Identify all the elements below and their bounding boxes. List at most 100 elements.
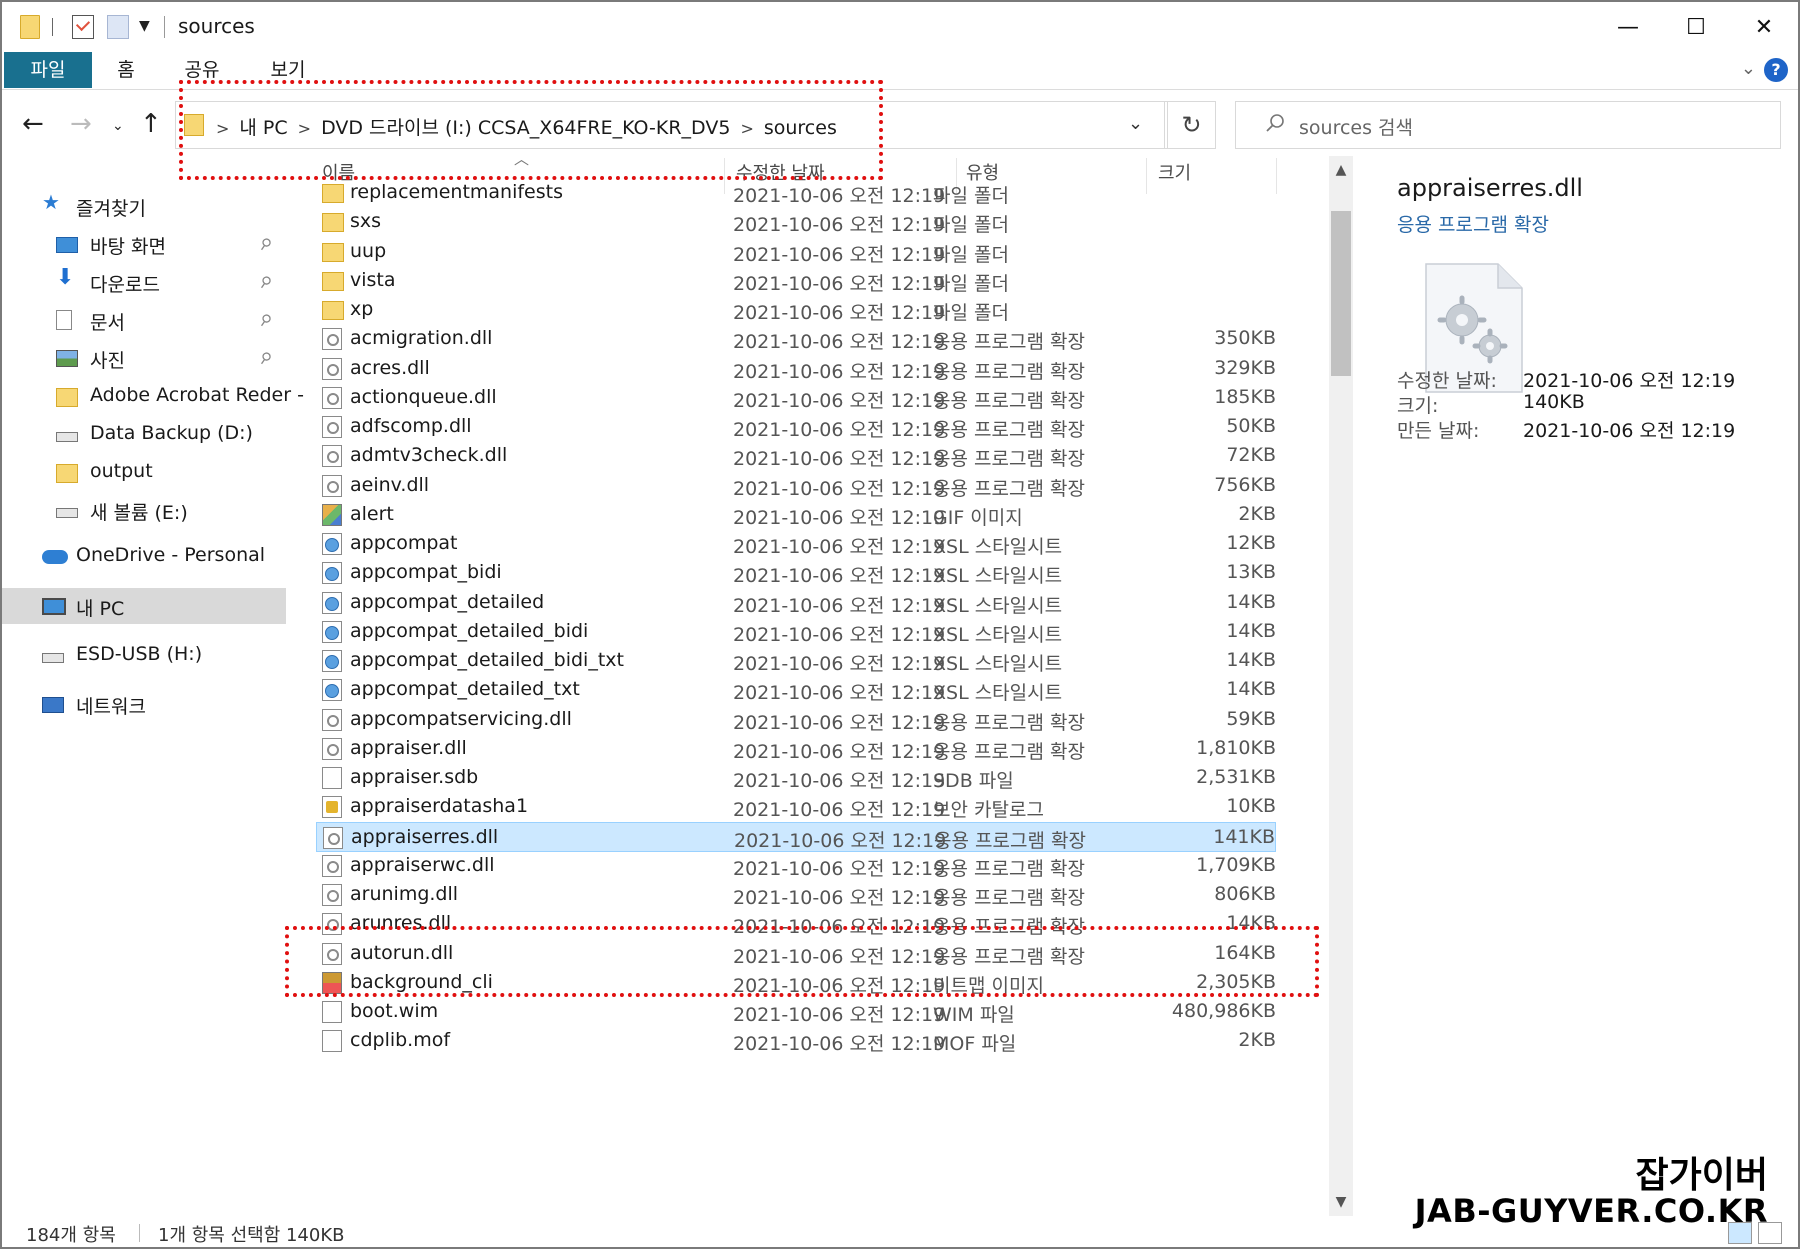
pin-icon[interactable]: ⚲ (256, 233, 275, 254)
file-name: adfscomp.dll (350, 415, 472, 437)
table-row[interactable]: appraiser.sdb 2021-10-06 오전 12:19 SDB 파일 2,… (316, 763, 1276, 793)
sidebar-item[interactable]: ⬇ 다운로드 ⚲ (2, 264, 286, 300)
table-row[interactable]: appraiserdatasha1 2021-10-06 오전 12:19 보안 카… (316, 792, 1276, 822)
sidebar-item[interactable]: 문서 ⚲ (2, 302, 286, 338)
vertical-scrollbar[interactable]: ▲ ▼ (1329, 156, 1353, 1216)
maximize-button[interactable]: ☐ (1662, 2, 1730, 52)
file-size: 14KB (1226, 590, 1276, 613)
table-row[interactable]: arunres.dll 2021-10-06 오전 12:19 응용 프로그램 확장… (316, 909, 1276, 939)
scroll-down-arrow-icon[interactable]: ▼ (1329, 1194, 1353, 1210)
table-row[interactable]: replacementmanifests 2021-10-06 오전 12:19 파… (316, 178, 1276, 208)
table-row[interactable]: acres.dll 2021-10-06 오전 12:19 응용 프로그램 확장 32… (316, 354, 1276, 384)
file-name: appcompat_detailed_bidi_txt (350, 649, 624, 671)
close-button[interactable]: ✕ (1730, 2, 1798, 52)
quick-access-dropdown-icon[interactable]: ▼ (139, 18, 150, 34)
chevron-right-icon[interactable]: > (298, 119, 311, 138)
breadcrumb-dvd-drive[interactable]: DVD 드라이브 (I:) CCSA_X64FRE_KO-KR_DV5 (321, 117, 730, 139)
sidebar-item[interactable]: 네트워크 (2, 686, 286, 722)
sidebar-item[interactable]: 새 볼륨 (E:) (2, 492, 286, 528)
table-row[interactable]: cdplib.mof 2021-10-06 오전 12:19 MOF 파일 2KB (316, 1026, 1276, 1056)
properties-check-icon[interactable] (72, 15, 94, 39)
table-row[interactable]: appcompat_detailed_bidi 2021-10-06 오전 12:… (316, 617, 1276, 647)
file-date: 2021-10-06 오전 12:19 (733, 243, 946, 266)
table-row[interactable]: appcompat_detailed 2021-10-06 오전 12:19 XSL… (316, 588, 1276, 618)
file-date: 2021-10-06 오전 12:19 (733, 594, 946, 617)
scroll-up-arrow-icon[interactable]: ▲ (1329, 162, 1353, 178)
forward-arrow-icon[interactable]: → (70, 109, 92, 139)
file-name: appcompat_detailed_bidi (350, 619, 589, 642)
scrollbar-thumb[interactable] (1331, 211, 1351, 376)
help-icon[interactable]: ? (1764, 58, 1788, 82)
address-dropdown-icon[interactable]: ⌄ (1128, 113, 1143, 134)
table-row[interactable]: appcompat_detailed_txt 2021-10-06 오전 12:1… (316, 675, 1276, 705)
address-bar[interactable]: > 내 PC > DVD 드라이브 (I:) CCSA_X64FRE_KO-KR_DV… (175, 101, 1168, 149)
file-type: 응용 프로그램 확장 (933, 360, 1085, 383)
breadcrumb-sources[interactable]: sources (764, 117, 837, 139)
up-arrow-icon[interactable]: ↑ (140, 109, 162, 139)
sidebar-item[interactable]: 내 PC (2, 588, 286, 624)
table-row[interactable]: background_cli 2021-10-06 오전 12:19 비트맵 이미지… (316, 968, 1276, 998)
table-row[interactable]: actionqueue.dll 2021-10-06 오전 12:19 응용 프로그… (316, 383, 1276, 413)
dll-file-icon (322, 854, 342, 877)
pin-icon[interactable]: ⚲ (256, 271, 275, 292)
file-type: XSL 스타일시트 (933, 653, 1063, 675)
minimize-button[interactable]: — (1594, 2, 1662, 52)
chevron-right-icon[interactable]: > (216, 119, 229, 138)
tab-view[interactable]: 보기 (258, 52, 318, 88)
table-row[interactable]: xp 2021-10-06 오전 12:19 파일 폴더 (316, 295, 1276, 325)
table-row[interactable]: appcompat 2021-10-06 오전 12:19 XSL 스타일시트 12K… (316, 529, 1276, 559)
picture-icon (56, 350, 78, 367)
table-row[interactable]: arunimg.dll 2021-10-06 오전 12:19 응용 프로그램 확장… (316, 880, 1276, 910)
file-name: appraiser.sdb (350, 766, 479, 788)
table-row[interactable]: alert 2021-10-06 오전 12:19 GIF 이미지 2KB (316, 500, 1276, 530)
chevron-right-icon[interactable]: > (740, 119, 753, 138)
table-row[interactable]: autorun.dll 2021-10-06 오전 12:19 응용 프로그램 확장… (316, 939, 1276, 969)
pin-icon[interactable]: ⚲ (256, 347, 275, 368)
table-row[interactable]: vista 2021-10-06 오전 12:19 파일 폴더 (316, 266, 1276, 296)
ribbon-expand-chevron-icon[interactable]: ⌄ (1741, 58, 1756, 79)
recent-locations-chevron-icon[interactable]: ⌄ (112, 118, 124, 134)
file-name: appraiser.dll (350, 736, 467, 759)
pin-icon[interactable]: ⚲ (256, 309, 275, 330)
table-row[interactable]: aeinv.dll 2021-10-06 오전 12:19 응용 프로그램 확장 75… (316, 471, 1276, 501)
sidebar-item-label: 새 볼륨 (E:) (90, 502, 188, 524)
bmp-file-icon (322, 971, 342, 994)
table-row[interactable]: appcompat_detailed_bidi_txt 2021-10-06 오전… (316, 646, 1276, 676)
back-arrow-icon[interactable]: ← (22, 109, 44, 139)
table-row[interactable]: appcompatservicing.dll 2021-10-06 오전 12:1… (316, 705, 1276, 735)
file-name: appcompat_bidi (350, 561, 502, 584)
file-type: 보안 카탈로그 (933, 799, 1044, 822)
file-name: acmigration.dll (350, 327, 493, 350)
search-input[interactable]: sources 검색 (1235, 101, 1781, 149)
table-row-selected[interactable]: appraiserres.dll 2021-10-06 오전 12:19 응용 프로… (316, 821, 1276, 852)
sidebar-item[interactable]: 바탕 화면 ⚲ (2, 226, 286, 262)
file-size: 14KB (1226, 619, 1276, 642)
table-row[interactable]: admtv3check.dll 2021-10-06 오전 12:19 응용 프로그… (316, 441, 1276, 471)
sidebar-item[interactable]: 사진 ⚲ (2, 340, 286, 376)
table-row[interactable]: appcompat_bidi 2021-10-06 오전 12:19 XSL 스타일… (316, 558, 1276, 588)
sidebar-item[interactable]: output (2, 454, 286, 490)
table-row[interactable]: appraiser.dll 2021-10-06 오전 12:19 응용 프로그램 … (316, 734, 1276, 764)
sidebar-item[interactable]: Data Backup (D:) (2, 416, 286, 452)
tab-share[interactable]: 공유 (172, 52, 232, 88)
table-row[interactable]: appraiserwc.dll 2021-10-06 오전 12:19 응용 프로그… (316, 851, 1276, 881)
new-folder-icon[interactable] (107, 15, 129, 39)
refresh-button[interactable]: ↻ (1168, 101, 1216, 149)
file-type: 응용 프로그램 확장 (933, 331, 1085, 354)
sidebar-item[interactable]: ESD-USB (H:) (2, 637, 286, 673)
folder-icon (184, 114, 204, 136)
preview-filetype: 응용 프로그램 확장 (1397, 214, 1549, 236)
gif-file-icon (322, 503, 342, 526)
tab-home[interactable]: 홈 (104, 52, 148, 88)
table-row[interactable]: adfscomp.dll 2021-10-06 오전 12:19 응용 프로그램 확… (316, 412, 1276, 442)
tab-file[interactable]: 파일 (4, 52, 92, 88)
sidebar-item[interactable]: OneDrive - Personal (2, 538, 286, 574)
breadcrumb-this-pc[interactable]: 내 PC (239, 117, 287, 139)
table-row[interactable]: acmigration.dll 2021-10-06 오전 12:19 응용 프로그… (316, 324, 1276, 354)
table-row[interactable]: uup 2021-10-06 오전 12:19 파일 폴더 (316, 237, 1276, 267)
table-row[interactable]: sxs 2021-10-06 오전 12:19 파일 폴더 (316, 207, 1276, 237)
sidebar-item[interactable]: ★ 즐겨찾기 (2, 188, 286, 224)
table-row[interactable]: boot.wim 2021-10-06 오전 12:19 WIM 파일 480,986… (316, 997, 1276, 1027)
file-file-icon (322, 767, 342, 789)
sidebar-item[interactable]: Adobe Acrobat Reder - (2, 378, 304, 414)
